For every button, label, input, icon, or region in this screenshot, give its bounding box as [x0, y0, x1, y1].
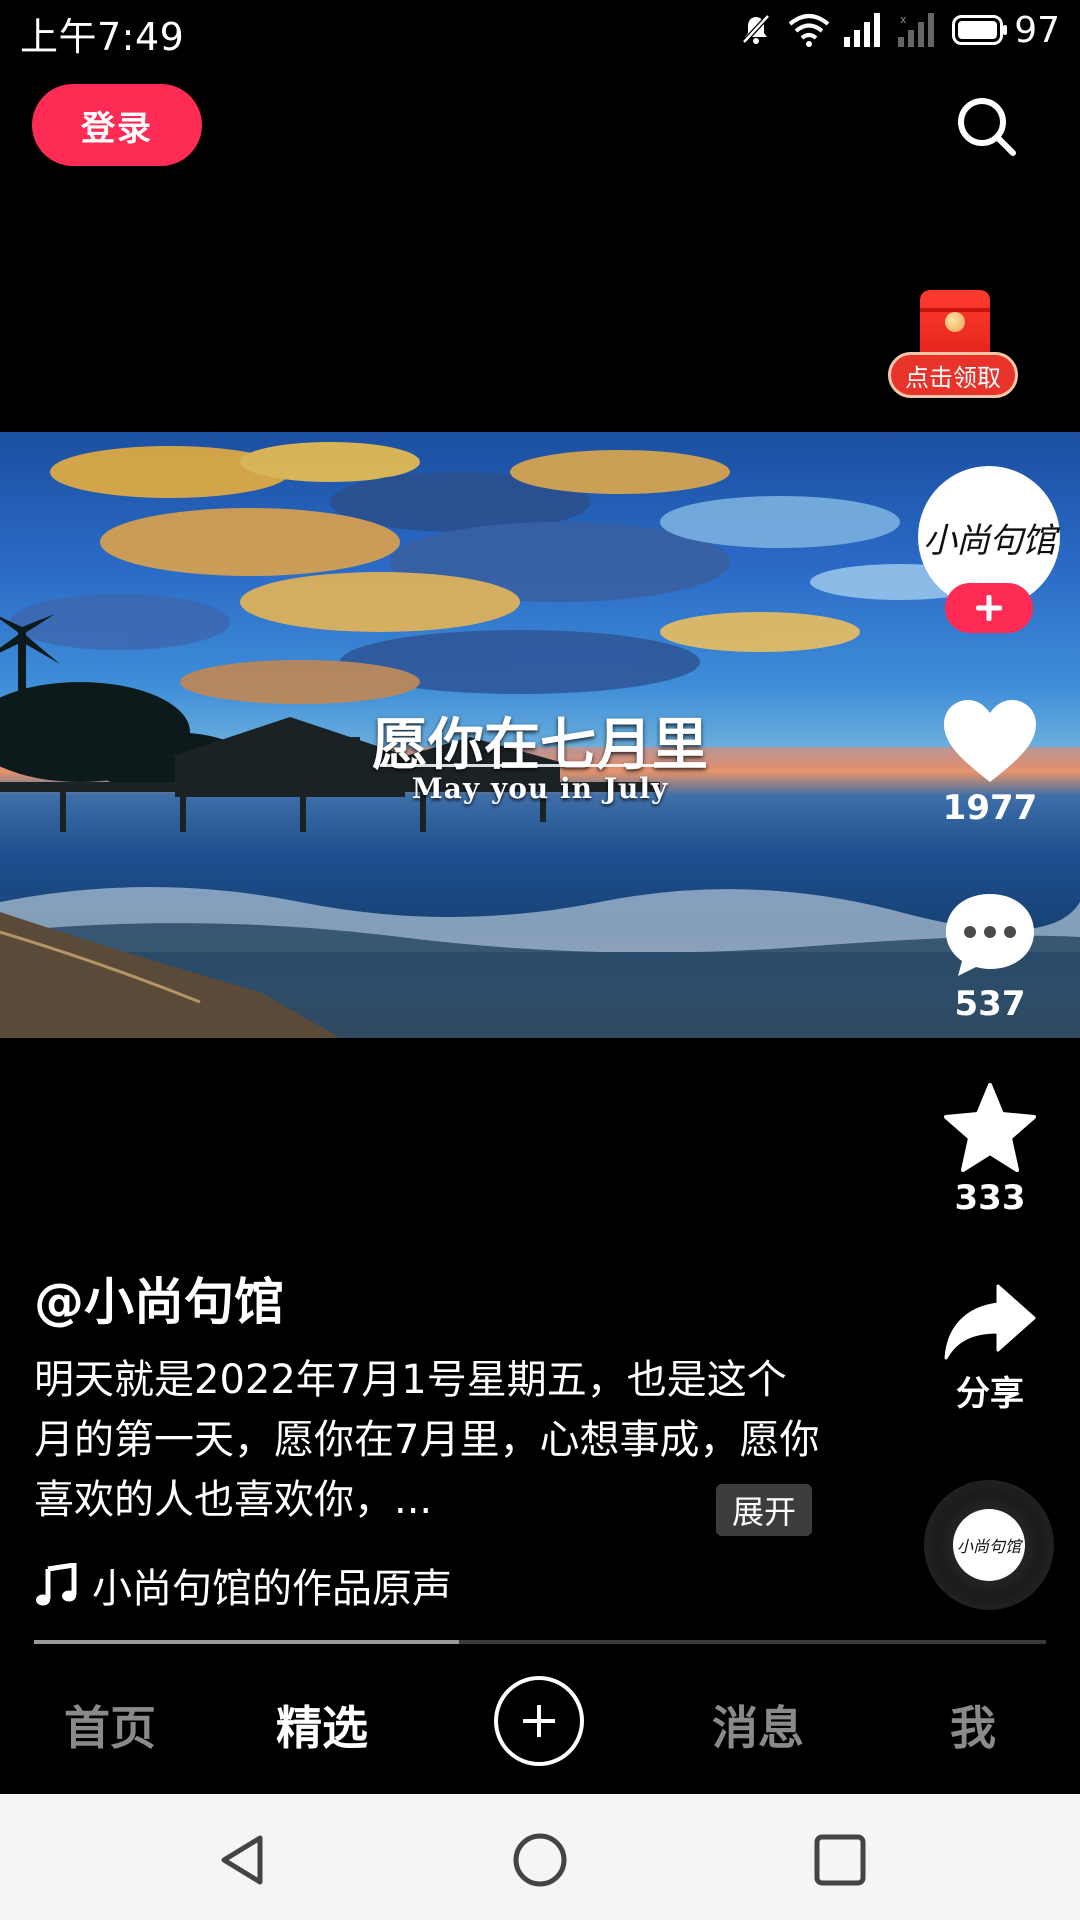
home-circle-icon[interactable]: [512, 1832, 568, 1888]
music-disc-avatar: 小尚句馆: [953, 1509, 1025, 1581]
comment-icon: [946, 894, 1034, 976]
video-caption: 明天就是2022年7月1号星期五，也是这个月的第一天，愿你在7月里，心想事成，愿…: [34, 1357, 820, 1523]
star-icon: [944, 1083, 1036, 1172]
heart-icon: [944, 700, 1036, 782]
like-button[interactable]: 1977: [930, 698, 1050, 828]
video-player[interactable]: 愿你在七月里 May you in July: [0, 432, 1080, 1038]
mute-bell-icon: [742, 14, 771, 44]
comment-button[interactable]: 537: [930, 890, 1050, 1024]
comment-count: 537: [954, 984, 1026, 1024]
expand-caption-button[interactable]: 展开: [716, 1484, 812, 1536]
search-icon[interactable]: [955, 95, 1019, 159]
bottom-tab-bar: 首页 精选 消息 我: [0, 1660, 1080, 1794]
share-arrow-icon: [944, 1284, 1036, 1360]
red-packet-label: 点击领取: [888, 352, 1018, 398]
favorite-button[interactable]: 333: [930, 1082, 1050, 1218]
video-progress-bar[interactable]: [34, 1640, 1046, 1644]
music-disc[interactable]: 小尚句馆: [924, 1480, 1054, 1610]
create-button[interactable]: [494, 1676, 584, 1766]
author-handle[interactable]: @小尚句馆: [34, 1262, 284, 1334]
music-note-icon: [36, 1563, 77, 1606]
video-subtitle-overlay: May you in July: [411, 772, 669, 805]
wifi-icon: [788, 14, 830, 47]
like-count: 1977: [942, 788, 1038, 828]
tab-home[interactable]: 首页: [64, 1692, 156, 1758]
battery-percent: 97: [1014, 9, 1060, 51]
recents-square-icon[interactable]: [812, 1832, 868, 1888]
status-icons: x 97: [738, 8, 1060, 52]
system-nav-bar: [0, 1794, 1080, 1920]
svg-text:x: x: [900, 13, 907, 26]
tab-featured[interactable]: 精选: [276, 1692, 368, 1758]
plus-icon: [976, 595, 1002, 621]
red-packet-button[interactable]: 点击领取: [888, 290, 1018, 410]
video-title-overlay: 愿你在七月里: [372, 712, 708, 778]
signal-empty-icon: x: [898, 13, 935, 47]
music-row[interactable]: 小尚句馆的作品原声: [34, 1556, 452, 1614]
favorite-count: 333: [954, 1178, 1026, 1218]
back-icon[interactable]: [214, 1832, 270, 1888]
tab-messages[interactable]: 消息: [712, 1692, 804, 1758]
screen: 上午7:49 x 97 登录 点击领取 愿你在七月里 May you in Ju…: [0, 0, 1080, 1920]
battery: 97: [952, 10, 1060, 51]
status-time: 上午7:49: [20, 15, 185, 59]
video-title-underline: [380, 764, 700, 767]
tab-me[interactable]: 我: [950, 1692, 996, 1758]
video-progress-fill: [34, 1640, 460, 1644]
share-label: 分享: [956, 1374, 1024, 1414]
status-bar: 上午7:49 x 97: [0, 0, 1080, 60]
plus-icon: [523, 1705, 555, 1737]
signal-icon: [844, 13, 881, 47]
follow-button[interactable]: [945, 583, 1033, 633]
music-title: 小尚句馆的作品原声: [92, 1566, 452, 1612]
login-button[interactable]: 登录: [32, 84, 202, 166]
share-button[interactable]: 分享: [930, 1282, 1050, 1415]
battery-icon: [952, 15, 1008, 45]
